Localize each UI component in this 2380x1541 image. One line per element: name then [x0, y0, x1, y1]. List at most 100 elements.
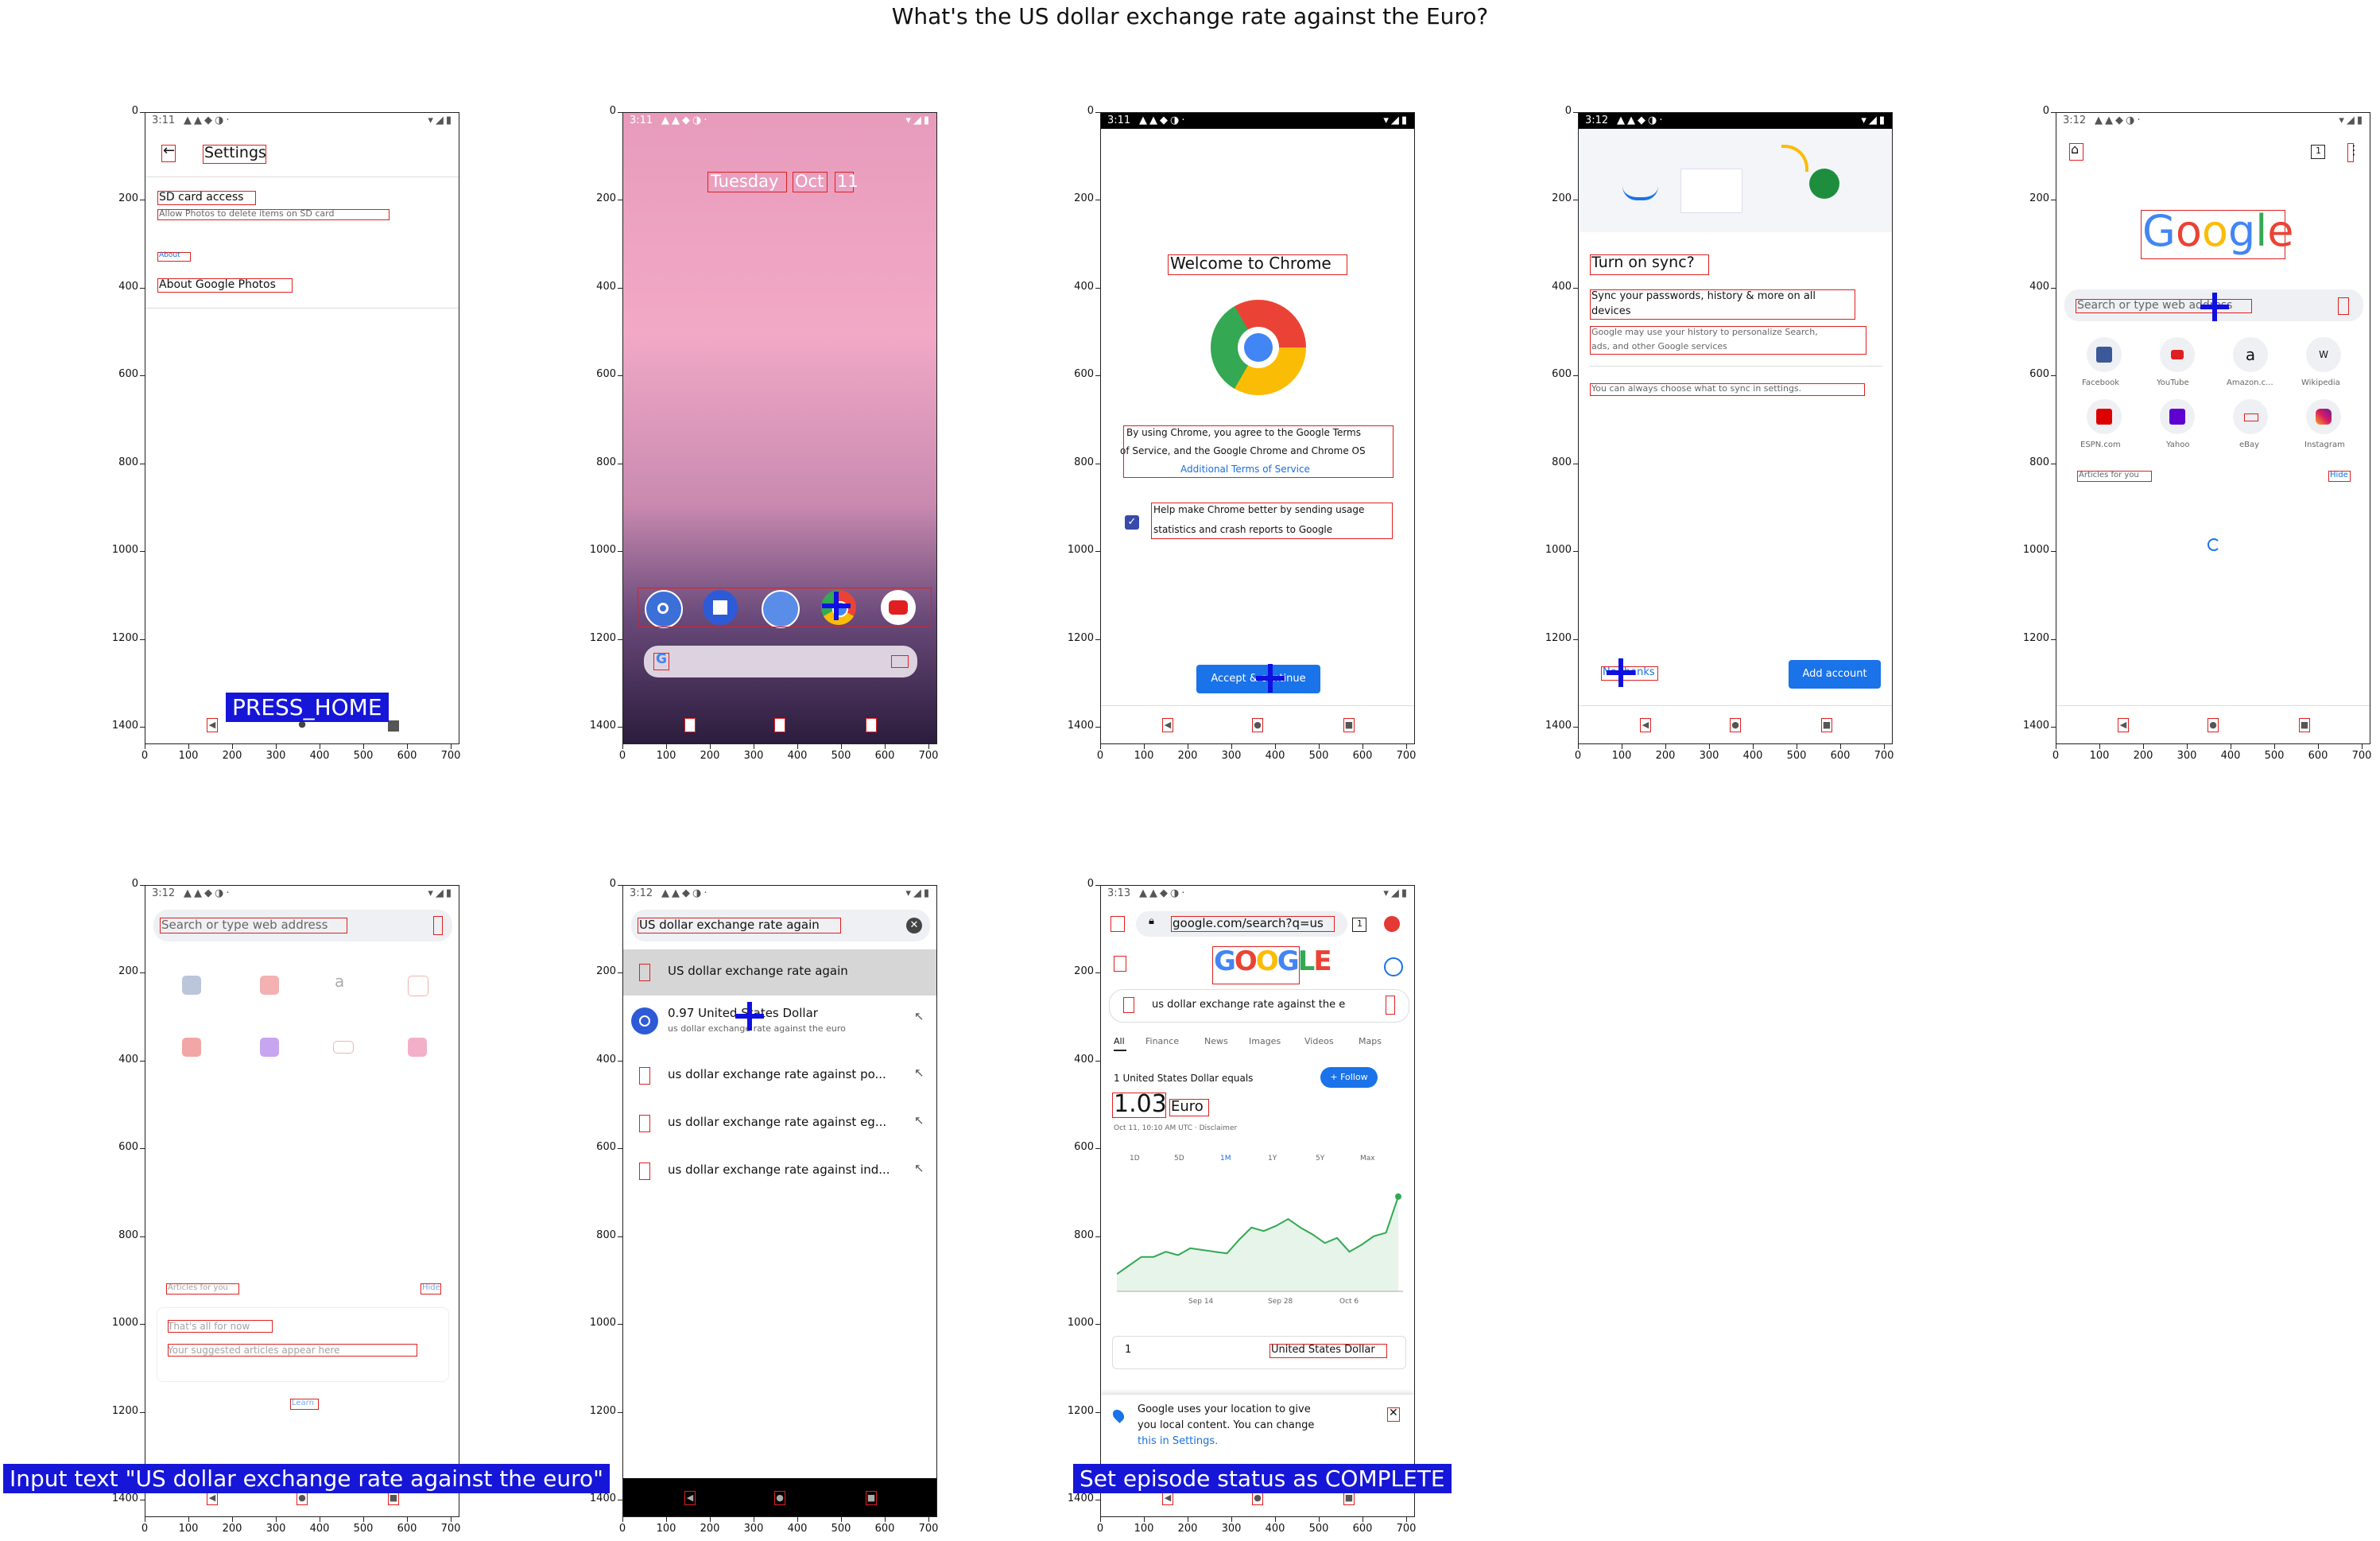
nav-home-icon[interactable]: ●: [1252, 718, 1263, 732]
back-arrow-icon[interactable]: ←: [163, 142, 175, 160]
nav-recent-icon[interactable]: ■: [866, 1491, 877, 1505]
avatar[interactable]: [1384, 957, 1403, 976]
add-account-button[interactable]: Add account: [1789, 660, 1881, 689]
nav-back-icon[interactable]: ◀: [1162, 718, 1173, 732]
x-tick-label: 700: [1874, 750, 1894, 762]
clear-search-icon[interactable]: ✕: [906, 918, 922, 934]
nav-home-icon[interactable]: ●: [1730, 718, 1741, 732]
chart-x-label: Oct 6: [1339, 1298, 1359, 1306]
y-tick: [140, 1324, 145, 1326]
x-tick-label: 700: [918, 1523, 939, 1535]
nav-back-icon[interactable]: [684, 718, 696, 732]
x-tick: [1144, 1517, 1145, 1522]
x-tick: [928, 1517, 929, 1522]
x-tick: [2187, 744, 2188, 749]
x-tick: [1319, 1517, 1320, 1522]
profile-badge-icon[interactable]: [1384, 916, 1400, 932]
nav-home-icon[interactable]: ●: [2208, 718, 2219, 732]
range-1y[interactable]: 1Y: [1268, 1155, 1277, 1163]
search-input[interactable]: US dollar exchange rate again: [639, 918, 820, 932]
shortcut-facebook-icon[interactable]: [2087, 337, 2122, 372]
results-search-text[interactable]: us dollar exchange rate against the e: [1152, 999, 1345, 1011]
y-tick-label: 400: [596, 1053, 616, 1066]
x-tick: [451, 744, 452, 749]
tab-maps[interactable]: Maps: [1359, 1036, 1382, 1047]
y-tick: [1095, 1411, 1100, 1413]
arrow-up-left-icon[interactable]: ↖: [914, 1009, 924, 1023]
nav-back-icon[interactable]: ◀: [1640, 718, 1651, 732]
mic-icon[interactable]: [1386, 996, 1395, 1015]
y-tick-label: 0: [609, 105, 616, 117]
setting-sd-card[interactable]: SD card access: [159, 191, 243, 204]
y-tick-label: 800: [118, 456, 138, 468]
nav-recent-icon[interactable]: ■: [1343, 718, 1355, 732]
arrow-up-left-icon[interactable]: ↖: [914, 1113, 924, 1128]
tab-finance[interactable]: Finance: [1145, 1036, 1179, 1047]
y-tick-label: 1200: [1067, 1404, 1094, 1417]
search-input[interactable]: Search or type web address: [161, 918, 328, 932]
range-1d[interactable]: 1D: [1130, 1155, 1140, 1163]
nav-recent-icon[interactable]: ■: [1821, 718, 1832, 732]
nav-back-icon[interactable]: ◀: [2118, 718, 2129, 732]
shortcut-youtube-icon[interactable]: [2160, 337, 2195, 372]
usage-checkbox[interactable]: ✓: [1125, 515, 1139, 530]
converter-from-value[interactable]: 1: [1125, 1344, 1131, 1357]
shortcut-instagram-icon[interactable]: [2306, 399, 2341, 434]
tab-images[interactable]: Images: [1249, 1036, 1281, 1047]
nav-home-icon[interactable]: [774, 718, 785, 732]
arrow-up-left-icon[interactable]: ↖: [914, 1066, 924, 1080]
suggestion-text[interactable]: us dollar exchange rate against eg...: [668, 1115, 886, 1129]
nav-back-icon[interactable]: ◀: [684, 1491, 696, 1505]
x-tick-label: 500: [2264, 750, 2285, 762]
hide-articles-button[interactable]: Hide: [2330, 471, 2348, 480]
arrow-up-left-icon[interactable]: ↖: [914, 1161, 924, 1175]
range-1m[interactable]: 1M: [1220, 1155, 1231, 1163]
tab-news[interactable]: News: [1204, 1036, 1228, 1047]
y-tick: [140, 1148, 145, 1150]
nav-recent-icon[interactable]: [866, 718, 877, 732]
nav-recent-icon[interactable]: [388, 720, 399, 732]
y-tick: [1095, 639, 1100, 640]
home-icon[interactable]: [1111, 916, 1125, 932]
tab-videos[interactable]: Videos: [1304, 1036, 1334, 1047]
nav-recent-icon[interactable]: ■: [2299, 718, 2310, 732]
range-5d[interactable]: 5D: [1174, 1155, 1184, 1163]
range-max[interactable]: Max: [1360, 1155, 1375, 1163]
mic-icon[interactable]: [433, 916, 443, 935]
google-logo: Google: [2142, 206, 2294, 256]
hide-articles-button[interactable]: Hide: [422, 1283, 440, 1293]
learn-more-link[interactable]: Learn: [292, 1399, 314, 1408]
shortcut-wikipedia-icon[interactable]: W: [2306, 337, 2341, 372]
mic-icon[interactable]: [2338, 297, 2349, 315]
shortcut-ebay-icon[interactable]: [2233, 399, 2268, 434]
rate-chart: [1117, 1193, 1403, 1292]
range-5y[interactable]: 5Y: [1316, 1155, 1324, 1163]
y-tick-label: 0: [2042, 105, 2049, 117]
url-text[interactable]: google.com/search?q=us: [1173, 916, 1324, 930]
shortcut-espn-icon[interactable]: [2087, 399, 2122, 434]
tab-all[interactable]: All: [1114, 1036, 1125, 1047]
shortcut-amazon-icon[interactable]: a: [2233, 337, 2268, 372]
assistant-icon[interactable]: [891, 655, 909, 668]
setting-about-photos[interactable]: About Google Photos: [159, 278, 276, 291]
y-tick: [1095, 375, 1100, 377]
y-tick: [1095, 972, 1100, 974]
y-tick-label: 800: [2029, 456, 2049, 468]
y-tick: [618, 972, 622, 974]
y-tick-label: 400: [1074, 1053, 1094, 1066]
suggestion-text[interactable]: us dollar exchange rate against po...: [668, 1067, 886, 1081]
follow-button[interactable]: + Follow: [1320, 1067, 1378, 1088]
suggestion-text[interactable]: us dollar exchange rate against ind...: [668, 1163, 890, 1177]
hamburger-menu-icon[interactable]: [1114, 956, 1126, 972]
converter-to-currency[interactable]: United States Dollar: [1271, 1344, 1375, 1357]
shortcut-label: Facebook: [2082, 378, 2119, 387]
nav-back-icon[interactable]: ◀: [207, 718, 218, 732]
y-tick: [618, 1411, 622, 1413]
home-search-bar[interactable]: [644, 646, 917, 677]
x-tick-label: 500: [1308, 750, 1329, 762]
location-settings-link[interactable]: this in Settings.: [1138, 1435, 1218, 1448]
nav-home-icon[interactable]: ●: [774, 1491, 785, 1505]
y-tick-label: 1200: [111, 631, 138, 644]
shortcut-yahoo-icon[interactable]: [2160, 399, 2195, 434]
y-tick-label: 1000: [1545, 544, 1572, 557]
